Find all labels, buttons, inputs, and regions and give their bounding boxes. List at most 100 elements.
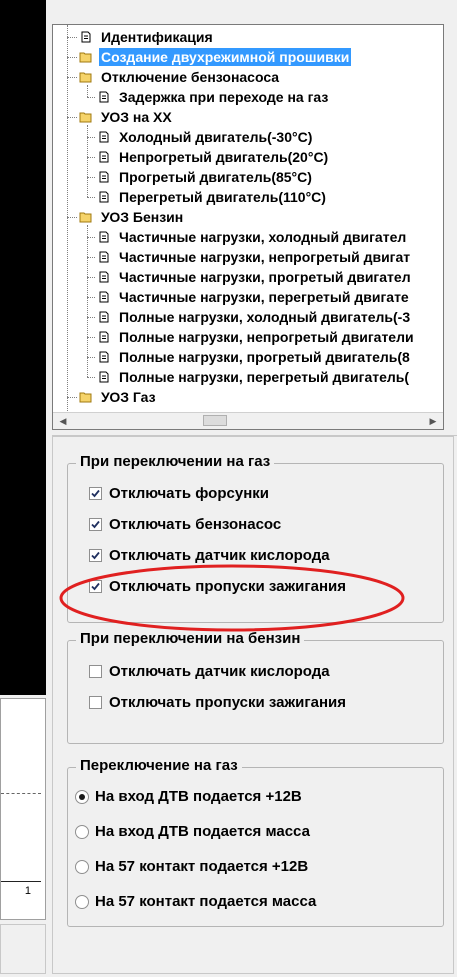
tree-connector — [87, 197, 95, 198]
document-icon — [97, 230, 111, 244]
option-label: Отключать пропуски зажигания — [109, 694, 346, 711]
checkbox-checked[interactable] — [89, 580, 102, 593]
tree-item-label: Отключение бензонасоса — [101, 69, 280, 85]
document-icon — [97, 90, 111, 104]
tree-connector — [67, 217, 77, 218]
option-label: Отключать пропуски зажигания — [109, 578, 346, 595]
option-label: На вход ДТВ подается +12В — [95, 788, 302, 805]
tree-connector — [87, 297, 95, 298]
tree-item[interactable]: Задержка при переходе на газ — [97, 87, 330, 107]
option-radio-row[interactable]: На 57 контакт подается +12В — [75, 858, 308, 875]
tree-item[interactable]: Полные нагрузки, прогретый двигатель(8 — [97, 347, 412, 367]
document-icon — [97, 370, 111, 384]
radio-unselected[interactable] — [75, 824, 89, 839]
tree-item[interactable]: Частичные нагрузки, прогретый двигател — [97, 267, 413, 287]
tree-item[interactable]: Непрогретый двигатель(20°C) — [97, 147, 330, 167]
tree-item-label: Холодный двигатель(-30°C) — [119, 129, 313, 145]
tree-item-label: Частичные нагрузки, холодный двигател — [119, 229, 407, 245]
tree-branch-line — [87, 85, 88, 97]
document-icon — [97, 130, 111, 144]
switch-group-title: Переключение на газ — [76, 757, 242, 774]
option-checkbox-row[interactable]: Отключать форсунки — [89, 485, 269, 502]
option-checkbox-row[interactable]: Отключать датчик кислорода — [89, 663, 330, 680]
scroll-thumb[interactable] — [203, 415, 227, 426]
tree-connector — [67, 37, 77, 38]
tree-connector — [87, 177, 95, 178]
tree-connector — [67, 57, 77, 58]
tree-item[interactable]: УОЗ Газ — [79, 387, 158, 407]
folder-icon — [79, 50, 93, 64]
option-checkbox-row[interactable]: Отключать датчик кислорода — [89, 547, 330, 564]
tree-item-label: УОЗ Газ — [101, 389, 156, 405]
tree-item[interactable]: Холодный двигатель(-30°C) — [97, 127, 314, 147]
tree-item[interactable]: УОЗ Бензин — [79, 207, 185, 227]
option-checkbox-row[interactable]: Отключать бензонасос — [89, 516, 281, 533]
tree-branch-line — [87, 225, 88, 377]
tree-item[interactable]: УОЗ на ХХ — [79, 107, 174, 127]
tree-item[interactable]: Полные нагрузки, холодный двигатель(-3 — [97, 307, 412, 327]
settings-tree[interactable]: Идентификация Создание двухрежимной проши… — [52, 24, 444, 430]
checkbox-checked[interactable] — [89, 487, 102, 500]
document-icon — [97, 250, 111, 264]
tree-item-label: Создание двухрежимной прошивки — [99, 48, 352, 66]
checkbox-checked[interactable] — [89, 549, 102, 562]
tree-branch-line — [87, 125, 88, 197]
tree-item[interactable]: Частичные нагрузки, непрогретый двигат — [97, 247, 412, 267]
option-checkbox-row[interactable]: Отключать пропуски зажигания — [89, 578, 346, 595]
option-label: На 57 контакт подается +12В — [95, 858, 309, 875]
option-radio-row[interactable]: На вход ДТВ подается масса — [75, 823, 310, 840]
tree-item[interactable]: Идентификация — [79, 27, 215, 47]
tree-item[interactable]: Прогретый двигатель(85°C) — [97, 167, 314, 187]
left-dark-panel — [0, 0, 46, 695]
tree-item[interactable]: Перегретый двигатель(110°C) — [97, 187, 328, 207]
checkbox-checked[interactable] — [89, 518, 102, 531]
chart-axis-line — [1, 881, 41, 882]
radio-unselected[interactable] — [75, 894, 89, 909]
scroll-right-icon[interactable]: ▶ — [425, 413, 441, 429]
left-status-panel — [0, 924, 46, 974]
option-checkbox-row[interactable]: Отключать пропуски зажигания — [89, 694, 346, 711]
petrol-group-title: При переключении на бензин — [76, 630, 305, 647]
document-icon — [97, 350, 111, 364]
tree-item-label: Частичные нагрузки, непрогретый двигат — [119, 249, 411, 265]
tree-item[interactable]: Создание двухрежимной прошивки — [79, 47, 352, 67]
chart-dashed-line — [1, 793, 41, 794]
tree-item[interactable]: Частичные нагрузки, холодный двигател — [97, 227, 408, 247]
document-icon — [97, 330, 111, 344]
document-icon — [97, 310, 111, 324]
tree-item-label: Полные нагрузки, перегретый двигатель( — [119, 369, 410, 385]
left-chart-panel: 1 — [0, 698, 46, 920]
tree-item-label: Полные нагрузки, прогретый двигатель(8 — [119, 349, 410, 365]
radio-unselected[interactable] — [75, 859, 89, 874]
option-radio-row[interactable]: На 57 контакт подается масса — [75, 893, 316, 910]
tree-connector — [87, 157, 95, 158]
gas-group-title: При переключении на газ — [76, 453, 275, 470]
tree-connector — [87, 337, 95, 338]
option-radio-row[interactable]: На вход ДТВ подается +12В — [75, 788, 302, 805]
document-icon — [97, 270, 111, 284]
radio-selected[interactable] — [75, 789, 89, 804]
tree-item[interactable]: Полные нагрузки, непрогретый двигатели — [97, 327, 416, 347]
tree-connector — [67, 77, 77, 78]
option-label: Отключать бензонасос — [109, 516, 282, 533]
scroll-left-icon[interactable]: ◀ — [55, 413, 71, 429]
tree-horizontal-scrollbar[interactable]: ◀ ▶ — [53, 412, 443, 429]
tree-connector — [87, 357, 95, 358]
document-icon — [97, 190, 111, 204]
tree-item[interactable]: Частичные нагрузки, перегретый двигате — [97, 287, 411, 307]
tree-connector — [87, 137, 95, 138]
checkbox-unchecked[interactable] — [89, 665, 102, 678]
tree-item-label: Непрогретый двигатель(20°C) — [119, 149, 329, 165]
tree-item[interactable]: Полные нагрузки, перегретый двигатель( — [97, 367, 411, 387]
tree-item[interactable]: Отключение бензонасоса — [79, 67, 281, 87]
tree-connector — [87, 317, 95, 318]
option-label: На вход ДТВ подается масса — [95, 823, 310, 840]
folder-icon — [79, 210, 93, 224]
tree-item-label: Полные нагрузки, холодный двигатель(-3 — [119, 309, 411, 325]
checkbox-unchecked[interactable] — [89, 696, 102, 709]
folder-icon — [79, 70, 93, 84]
tree-item-label: Частичные нагрузки, прогретый двигател — [119, 269, 411, 285]
folder-icon — [79, 110, 93, 124]
tree-item-label: Перегретый двигатель(110°C) — [119, 189, 326, 205]
tree-connector — [87, 377, 95, 378]
